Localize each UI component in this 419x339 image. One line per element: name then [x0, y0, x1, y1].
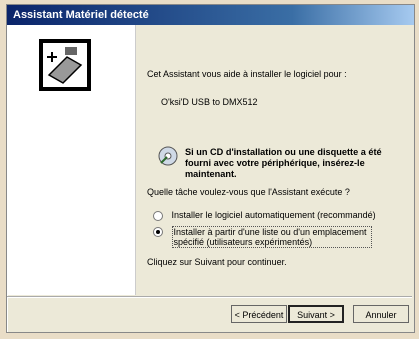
- continue-hint: Cliquez sur Suivant pour continuer.: [147, 257, 287, 267]
- device-name: O'ksi'D USB to DMX512: [161, 97, 258, 107]
- option-manual-install[interactable]: Installer à partir d'une liste ou d'un e…: [153, 226, 372, 248]
- cd-icon: [158, 146, 178, 166]
- wizard-side-panel: [7, 25, 136, 295]
- option-manual-install-label: Installer à partir d'une liste ou d'un e…: [171, 226, 372, 248]
- cd-instruction: Si un CD d'installation ou une disquette…: [185, 147, 382, 179]
- wizard-window: Assistant Matériel détecté Cet Assistant…: [6, 4, 415, 333]
- intro-text: Cet Assistant vous aide à installer le l…: [147, 69, 347, 79]
- radio-manual-install[interactable]: [153, 226, 163, 237]
- task-question: Quelle tâche voulez-vous que l'Assistant…: [147, 187, 350, 197]
- hardware-wizard-icon: [39, 39, 91, 91]
- window-title: Assistant Matériel détecté: [7, 5, 414, 25]
- radio-auto-install[interactable]: [153, 210, 163, 221]
- next-button[interactable]: Suivant >: [288, 305, 344, 323]
- cancel-button[interactable]: Annuler: [353, 305, 409, 323]
- option-auto-install-label: Installer le logiciel automatiquement (r…: [171, 210, 376, 220]
- footer-separator: [7, 296, 412, 298]
- wizard-content: Cet Assistant vous aide à installer le l…: [143, 25, 413, 295]
- previous-button[interactable]: < Précédent: [231, 305, 287, 323]
- option-auto-install[interactable]: Installer le logiciel automatiquement (r…: [153, 210, 376, 221]
